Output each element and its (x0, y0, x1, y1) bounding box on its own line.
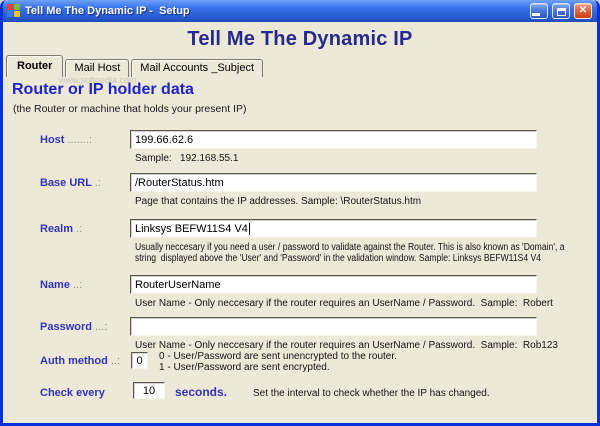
base-url-help: Page that contains the IP addresses. Sam… (135, 196, 422, 207)
auth-method-help-line1: 0 - User/Password are sent unencrypted t… (159, 351, 397, 362)
password-help: User Name - Only neccesary if the router… (135, 340, 558, 351)
text-caret (248, 222, 250, 235)
close-button[interactable]: ✕ (574, 3, 592, 19)
name-help: User Name - Only neccesary if the router… (135, 298, 553, 309)
host-input[interactable] (130, 130, 537, 149)
name-label: Name ..: (40, 279, 83, 291)
close-icon: ✕ (578, 5, 588, 16)
setup-window: Tell Me The Dynamic IP - Setup ✕ Tell Me… (0, 0, 600, 426)
password-label: Password ...: (40, 321, 108, 333)
auth-method-input[interactable] (131, 352, 148, 369)
maximize-icon (556, 8, 566, 16)
host-label: Host .......: (40, 134, 92, 146)
name-input[interactable] (130, 275, 537, 294)
minimize-button[interactable] (530, 3, 548, 19)
maximize-button[interactable] (552, 3, 570, 19)
section-title: Router or IP holder data (12, 81, 194, 98)
app-icon (7, 4, 21, 18)
host-help: Sample: 192.168.55.1 (135, 153, 239, 164)
minimize-icon (532, 13, 540, 16)
check-every-input[interactable] (133, 382, 165, 399)
realm-help-line1: Usually neccesary if you need a user / p… (135, 242, 565, 253)
window-title: Tell Me The Dynamic IP - Setup (25, 5, 190, 17)
base-url-input[interactable] (130, 173, 537, 192)
base-url-label: Base URL .: (40, 177, 101, 189)
realm-input[interactable]: Linksys BEFW11S4 V4 (130, 219, 537, 238)
page-title: Tell Me The Dynamic IP (187, 28, 413, 50)
check-every-unit: seconds. (175, 385, 228, 399)
realm-help-line2: string displayed above the 'User' and 'P… (135, 253, 542, 264)
section-subtitle: (the Router or machine that holds your p… (13, 103, 247, 115)
tabstrip: Router Mail Host Mail Accounts _Subject (6, 55, 265, 77)
realm-value: Linksys BEFW11S4 V4 (135, 222, 248, 235)
check-every-help: Set the interval to check whether the IP… (253, 388, 490, 399)
check-every-label: Check every (40, 387, 105, 399)
tab-router[interactable]: Router (6, 55, 64, 77)
auth-method-help-line2: 1 - User/Password are sent encrypted. (159, 362, 330, 373)
realm-label: Realm .: (40, 223, 83, 235)
password-input[interactable] (130, 317, 537, 336)
dialog-body: Tell Me The Dynamic IP Router Mail Host … (3, 22, 597, 423)
titlebar: Tell Me The Dynamic IP - Setup ✕ (3, 0, 597, 22)
auth-method-label: Auth method ..: (40, 355, 121, 367)
tab-mail-accounts-subject[interactable]: Mail Accounts _Subject (131, 59, 264, 77)
